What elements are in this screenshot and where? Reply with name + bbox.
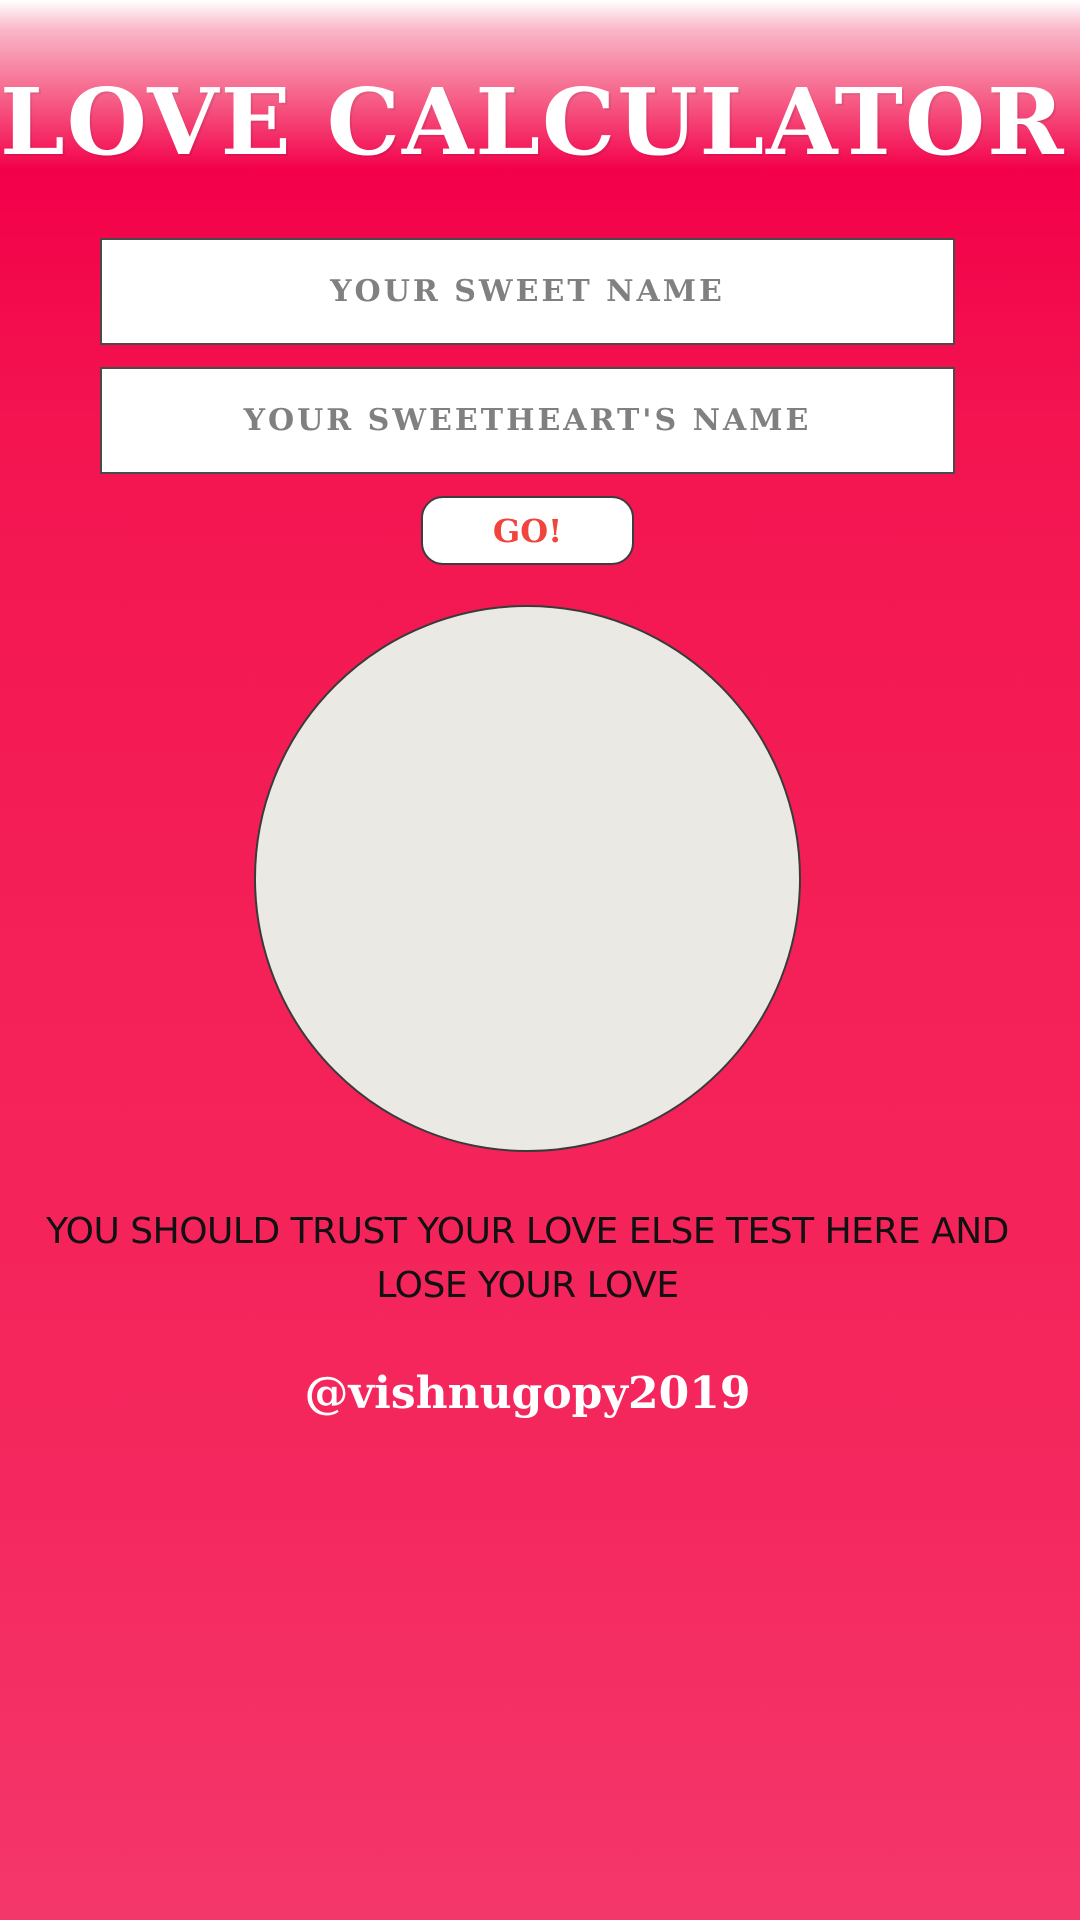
go-button[interactable]: GO! (421, 496, 634, 565)
result-circle (254, 605, 801, 1152)
page-title: LOVE CALCULATOR (0, 68, 1066, 176)
love-message: YOU SHOULD TRUST YOUR LOVE ELSE TEST HER… (46, 1211, 1009, 1306)
your-name-input[interactable] (100, 238, 955, 345)
sweetheart-name-input[interactable] (100, 367, 955, 474)
author-credit: @vishnugopy2019 (304, 1368, 751, 1419)
